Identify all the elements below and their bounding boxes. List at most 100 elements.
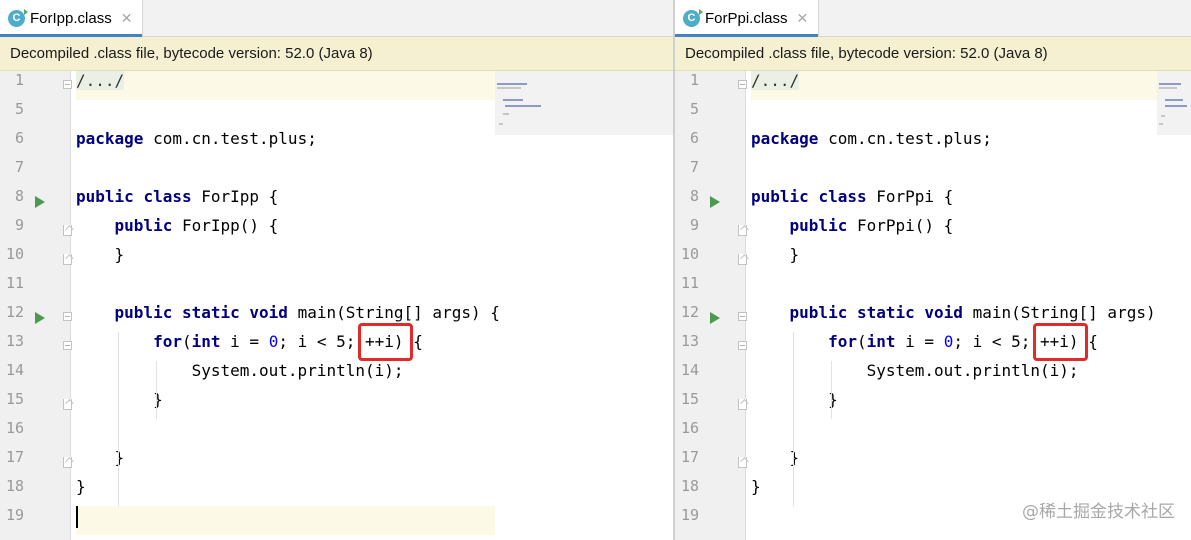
code-text: public static void main(String[] args) {: [114, 303, 500, 322]
code-line[interactable]: 7: [0, 158, 673, 187]
run-icon[interactable]: [35, 196, 45, 208]
code-line[interactable]: 12 public static void main(String[] args…: [675, 303, 1191, 332]
code-text: }: [76, 390, 163, 409]
code-line[interactable]: 13 for(int i = 0; i < 5; ++i) {: [675, 332, 1191, 361]
fold-end-icon[interactable]: [63, 254, 72, 265]
code-text: System.out.println(i);: [751, 361, 1079, 380]
decompiled-banner: Decompiled .class file, bytecode version…: [675, 37, 1191, 71]
line-number: 15: [5, 390, 24, 408]
fold-start-icon[interactable]: [738, 341, 747, 350]
fold-end-icon[interactable]: [63, 399, 72, 410]
code-text: }: [76, 448, 125, 467]
code-line[interactable]: 16: [675, 419, 1191, 448]
line-number: 11: [5, 274, 24, 292]
text-caret: [76, 506, 78, 528]
class-file-icon: C: [683, 8, 703, 27]
code-line[interactable]: 12 public static void main(String[] args…: [0, 303, 673, 332]
fold-end-icon[interactable]: [63, 225, 72, 236]
code-editor[interactable]: 1 /.../ 5 6 package com.cn.test.plus; 7 8 publi…: [0, 71, 673, 540]
code-line[interactable]: 11: [675, 274, 1191, 303]
line-number: 6: [14, 129, 24, 147]
highlight-box: [1032, 323, 1089, 361]
code-line[interactable]: 15 }: [675, 390, 1191, 419]
code-text: /.../: [76, 71, 495, 100]
line-number: 1: [689, 71, 699, 89]
tab-label: ForPpi.class: [705, 9, 788, 27]
fold-start-icon[interactable]: [63, 341, 72, 350]
line-number: 9: [14, 216, 24, 234]
watermark: @稀土掘金技术社区: [1022, 502, 1175, 522]
line-number: 1: [14, 71, 24, 89]
run-icon[interactable]: [710, 196, 720, 208]
line-number: 14: [680, 361, 699, 379]
line-number: 18: [5, 477, 24, 495]
left-editor-pane: C ForIpp.class ✕ Decompiled .class file,…: [0, 0, 673, 540]
tab-foripp-class[interactable]: C ForIpp.class ✕: [0, 0, 144, 37]
code-line[interactable]: 10 }: [0, 245, 673, 274]
decompiled-banner: Decompiled .class file, bytecode version…: [0, 37, 673, 71]
code-text: public class ForPpi {: [751, 187, 954, 206]
indent-guide: [792, 332, 794, 506]
code-text: package com.cn.test.plus;: [76, 129, 317, 148]
code-text: for(int i = 0; i < 5; ++i) {: [828, 332, 1098, 351]
line-number: 11: [680, 274, 699, 292]
fold-end-icon[interactable]: [63, 457, 72, 468]
line-number: 17: [5, 448, 24, 466]
code-line[interactable]: 7: [675, 158, 1191, 187]
code-line[interactable]: 1 /.../: [675, 71, 1191, 100]
line-number: 14: [5, 361, 24, 379]
code-line[interactable]: 15 }: [0, 390, 673, 419]
code-line[interactable]: 11: [0, 274, 673, 303]
fold-end-icon[interactable]: [738, 225, 747, 236]
minimap[interactable]: [1157, 71, 1191, 135]
code-line[interactable]: 5: [675, 100, 1191, 129]
code-line[interactable]: 6 package com.cn.test.plus;: [675, 129, 1191, 158]
code-text: for(int i = 0; i < 5; ++i) {: [153, 332, 423, 351]
line-number: 13: [5, 332, 24, 350]
run-icon[interactable]: [35, 312, 45, 324]
line-number: 5: [14, 100, 24, 118]
code-line[interactable]: 8 public class ForIpp {: [0, 187, 673, 216]
minimap-stroke: [1165, 99, 1183, 101]
highlight-box: [357, 323, 414, 361]
line-number: 6: [689, 129, 699, 147]
code-line[interactable]: 14 System.out.println(i);: [0, 361, 673, 390]
right-editor-pane: C ForPpi.class ✕ Decompiled .class file,…: [675, 0, 1191, 540]
fold-start-icon[interactable]: [738, 312, 747, 321]
line-number: 8: [689, 187, 699, 205]
code-line[interactable]: 17 }: [0, 448, 673, 477]
tab-forppi-class[interactable]: C ForPpi.class ✕: [675, 0, 820, 37]
fold-end-icon[interactable]: [738, 457, 747, 468]
code-line[interactable]: 9 public ForPpi() {: [675, 216, 1191, 245]
code-line[interactable]: 19: [0, 506, 673, 535]
code-line[interactable]: 8 public class ForPpi {: [675, 187, 1191, 216]
fold-end-icon[interactable]: [738, 399, 747, 410]
code-line[interactable]: 13 for(int i = 0; i < 5; ++i) {: [0, 332, 673, 361]
code-line[interactable]: 17 }: [675, 448, 1191, 477]
close-icon[interactable]: ✕: [797, 10, 809, 27]
code-line[interactable]: 10 }: [675, 245, 1191, 274]
fold-start-icon[interactable]: [63, 312, 72, 321]
minimap-stroke: [505, 105, 541, 107]
fold-end-icon[interactable]: [738, 254, 747, 265]
code-line[interactable]: 16: [0, 419, 673, 448]
line-number: 18: [680, 477, 699, 495]
code-text: public static void main(String[] args) {: [789, 303, 1157, 322]
line-number: 12: [5, 303, 24, 321]
close-icon[interactable]: ✕: [121, 10, 133, 27]
code-line[interactable]: 9 public ForIpp() {: [0, 216, 673, 245]
class-file-icon: C: [8, 8, 28, 27]
code-line[interactable]: 18}: [0, 477, 673, 506]
line-number: 13: [680, 332, 699, 350]
code-line[interactable]: 14 System.out.println(i);: [675, 361, 1191, 390]
code-editor[interactable]: 1 /.../ 5 6 package com.cn.test.plus; 7 8 publi…: [675, 71, 1191, 540]
run-icon[interactable]: [710, 312, 720, 324]
fold-start-icon[interactable]: [738, 80, 747, 89]
fold-start-icon[interactable]: [63, 80, 72, 89]
line-number: 19: [5, 506, 24, 524]
minimap[interactable]: [495, 71, 673, 135]
